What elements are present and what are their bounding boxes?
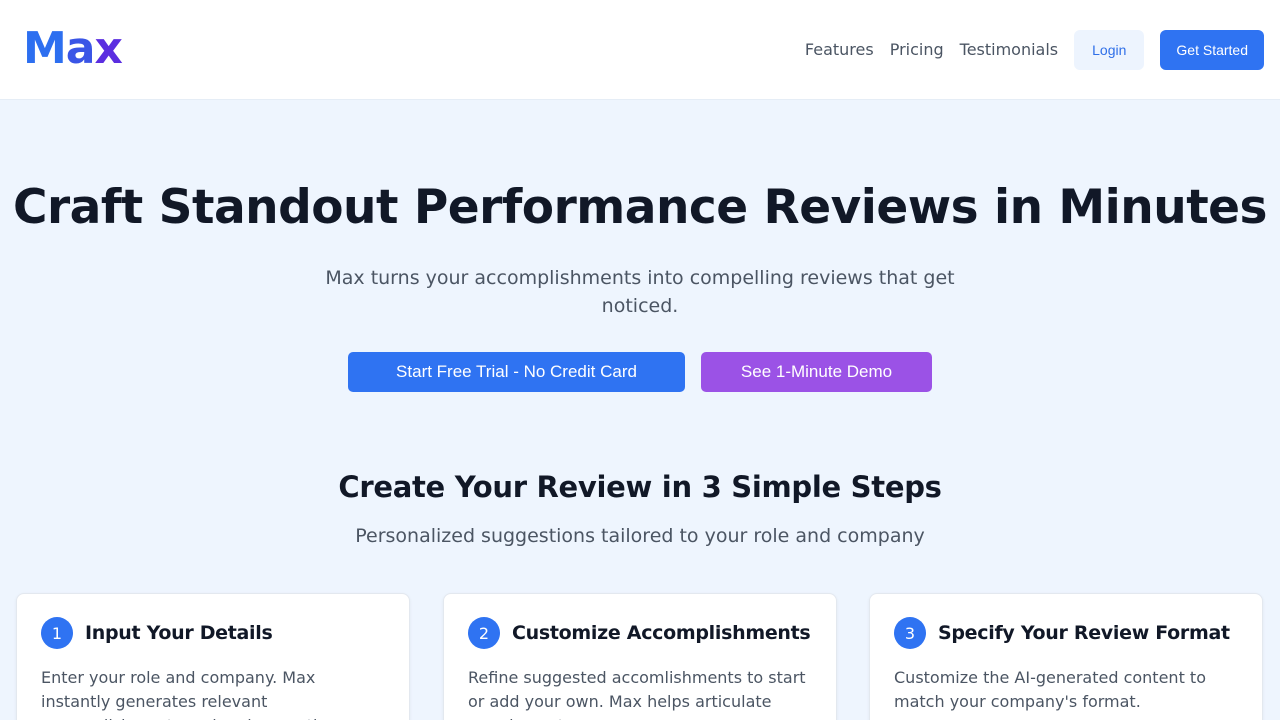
nav-link-features[interactable]: Features xyxy=(805,40,874,59)
start-free-trial-button[interactable]: Start Free Trial - No Credit Card xyxy=(348,352,685,392)
steps-section-title: Create Your Review in 3 Simple Steps xyxy=(338,470,942,504)
step-card-title: Specify Your Review Format xyxy=(938,622,1230,644)
steps-section-subtitle: Personalized suggestions tailored to you… xyxy=(355,525,925,547)
step-card-customize-accomplishments: 2 Customize Accomplishments Refine sugge… xyxy=(443,593,837,720)
step-card-text: Enter your role and company. Max instant… xyxy=(41,668,351,720)
step-card-header: 3 Specify Your Review Format xyxy=(894,617,1238,649)
step-card-header: 1 Input Your Details xyxy=(41,617,385,649)
logo-letter-m: M xyxy=(23,22,67,74)
hero-title: Craft Standout Performance Reviews in Mi… xyxy=(12,180,1268,235)
step-card-title: Input Your Details xyxy=(85,622,273,644)
max-logo[interactable]: Max xyxy=(23,22,123,74)
step-number-badge: 1 xyxy=(41,617,73,649)
step-card-text: Refine suggested accomlishments to start… xyxy=(468,668,806,720)
step-card-review-format: 3 Specify Your Review Format Customize t… xyxy=(869,593,1263,720)
step-card-text: Customize the AI-generated content to ma… xyxy=(894,668,1206,711)
logo-letter-a: a xyxy=(65,22,96,74)
hero-cta-row: Start Free Trial - No Credit Card See 1-… xyxy=(0,352,1280,392)
step-card-input-details: 1 Input Your Details Enter your role and… xyxy=(16,593,410,720)
hero-subtitle: Max turns your accomplishments into comp… xyxy=(325,267,955,317)
step-number-badge: 3 xyxy=(894,617,926,649)
see-demo-button[interactable]: See 1-Minute Demo xyxy=(701,352,932,392)
logo-letter-x: x xyxy=(94,22,123,74)
nav-menu: Features Pricing Testimonials Login Get … xyxy=(805,29,1264,70)
login-button[interactable]: Login xyxy=(1074,29,1145,70)
step-number-badge: 2 xyxy=(468,617,500,649)
top-navbar: Max Features Pricing Testimonials Login … xyxy=(0,0,1280,100)
get-started-button[interactable]: Get Started xyxy=(1160,29,1264,70)
step-card-header: 2 Customize Accomplishments xyxy=(468,617,812,649)
step-card-title: Customize Accomplishments xyxy=(512,622,811,644)
nav-link-testimonials[interactable]: Testimonials xyxy=(960,40,1059,59)
nav-link-pricing[interactable]: Pricing xyxy=(890,40,944,59)
